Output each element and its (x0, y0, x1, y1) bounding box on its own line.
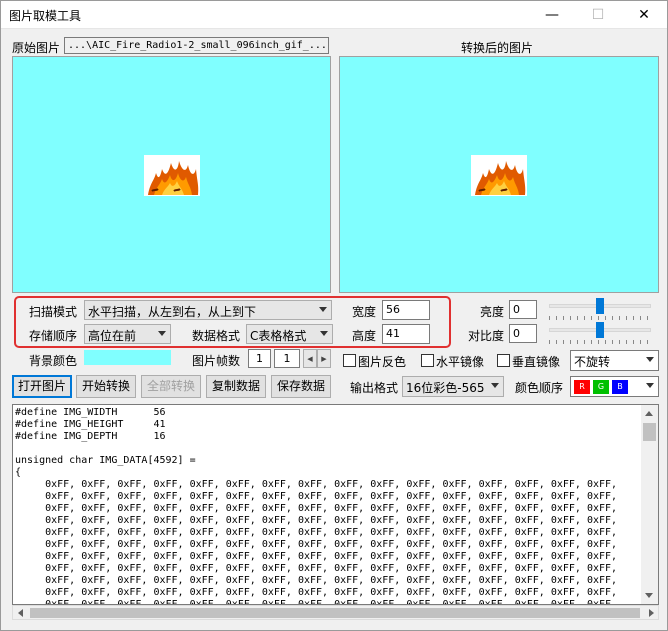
color-order-r-swatch: R (574, 380, 590, 394)
output-format-value: 16位彩色-565 (406, 381, 485, 395)
data-format-select[interactable]: C表格格式 (246, 324, 333, 344)
storage-order-value: 高位在前 (88, 329, 137, 343)
scan-mode-select[interactable]: 水平扫描，从左到右，从上到下 (84, 300, 332, 320)
storage-order-select[interactable]: 高位在前 (84, 324, 171, 344)
height-label: 高度 (352, 329, 377, 343)
contrast-input[interactable]: 0 (509, 324, 537, 343)
chevron-down-icon (646, 383, 654, 388)
maximize-button[interactable]: ☐ (575, 1, 621, 29)
convert-all-button[interactable]: 全部转换 (141, 375, 201, 398)
title-bar: 图片取模工具 — ☐ ✕ (1, 1, 667, 29)
horizontal-scroll-thumb[interactable] (30, 608, 640, 618)
frame-prev-button[interactable]: ◀ (303, 349, 317, 368)
bg-color-swatch[interactable] (84, 350, 171, 365)
brightness-slider-thumb[interactable] (596, 298, 604, 314)
start-convert-button[interactable]: 开始转换 (76, 375, 136, 398)
frame-current-field[interactable]: 1 (248, 349, 271, 368)
scroll-left-icon[interactable] (18, 609, 23, 617)
save-data-button[interactable]: 保存数据 (271, 375, 331, 398)
copy-data-button[interactable]: 复制数据 (206, 375, 266, 398)
converted-fire-image (471, 155, 527, 196)
rotate-value: 不旋转 (574, 355, 611, 369)
contrast-label: 对比度 (468, 329, 505, 343)
width-label: 宽度 (352, 305, 377, 319)
color-order-label: 颜色顺序 (515, 381, 564, 395)
invert-checkbox[interactable] (343, 354, 356, 367)
vertical-scroll-thumb[interactable] (643, 423, 656, 441)
contrast-slider-thumb[interactable] (596, 322, 604, 338)
height-input[interactable]: 41 (382, 324, 430, 344)
horizontal-scrollbar[interactable] (12, 605, 659, 620)
vmirror-checkbox[interactable] (497, 354, 510, 367)
scan-mode-value: 水平扫描，从左到右，从上到下 (88, 305, 257, 319)
storage-order-label: 存储顺序 (29, 329, 78, 343)
chevron-down-icon (158, 331, 166, 336)
data-format-value: C表格格式 (250, 329, 307, 343)
scroll-up-icon[interactable] (645, 411, 653, 416)
bg-color-label: 背景颜色 (29, 354, 78, 368)
converted-image-label: 转换后的图片 (461, 41, 534, 55)
hmirror-label: 水平镜像 (436, 355, 485, 369)
chevron-down-icon (320, 331, 328, 336)
frame-next-button[interactable]: ▶ (317, 349, 331, 368)
code-output[interactable]: #define IMG_WIDTH 56 #define IMG_HEIGHT … (12, 404, 659, 605)
color-order-select[interactable]: R G B (570, 376, 659, 397)
output-format-label: 输出格式 (350, 381, 399, 395)
output-format-select[interactable]: 16位彩色-565 (402, 376, 504, 397)
source-image-label: 原始图片 (12, 41, 61, 55)
color-order-b-swatch: B (612, 380, 628, 394)
brightness-ticks (549, 316, 651, 320)
scan-mode-label: 扫描模式 (29, 305, 78, 319)
data-format-label: 数据格式 (192, 329, 241, 343)
window-title: 图片取模工具 (9, 9, 82, 23)
chevron-down-icon (646, 357, 654, 362)
scroll-right-icon[interactable] (649, 609, 654, 617)
rotate-select[interactable]: 不旋转 (570, 350, 659, 371)
app-window: 图片取模工具 — ☐ ✕ 原始图片 ...\AIC_Fire_Radio1-2_… (0, 0, 668, 631)
chevron-down-icon (319, 307, 327, 312)
source-preview (12, 56, 331, 293)
frame-total-field[interactable]: 1 (274, 349, 300, 368)
vertical-scrollbar[interactable] (641, 405, 658, 604)
converted-preview (339, 56, 659, 293)
invert-label: 图片反色 (358, 355, 407, 369)
code-text: #define IMG_WIDTH 56 #define IMG_HEIGHT … (15, 407, 618, 605)
source-fire-image (144, 155, 200, 196)
width-input[interactable]: 56 (382, 300, 430, 320)
color-order-g-swatch: G (593, 380, 609, 394)
vmirror-label: 垂直镜像 (512, 355, 561, 369)
frames-label: 图片帧数 (192, 354, 241, 368)
scroll-down-icon[interactable] (645, 593, 653, 598)
brightness-input[interactable]: 0 (509, 300, 537, 319)
brightness-label: 亮度 (480, 305, 505, 319)
close-button[interactable]: ✕ (621, 1, 667, 29)
minimize-button[interactable]: — (529, 1, 575, 29)
chevron-down-icon (491, 383, 499, 388)
source-path-field[interactable]: ...\AIC_Fire_Radio1-2_small_096inch_gif_… (64, 37, 329, 54)
hmirror-checkbox[interactable] (421, 354, 434, 367)
open-image-button[interactable]: 打开图片 (12, 375, 72, 398)
contrast-ticks (549, 340, 651, 344)
